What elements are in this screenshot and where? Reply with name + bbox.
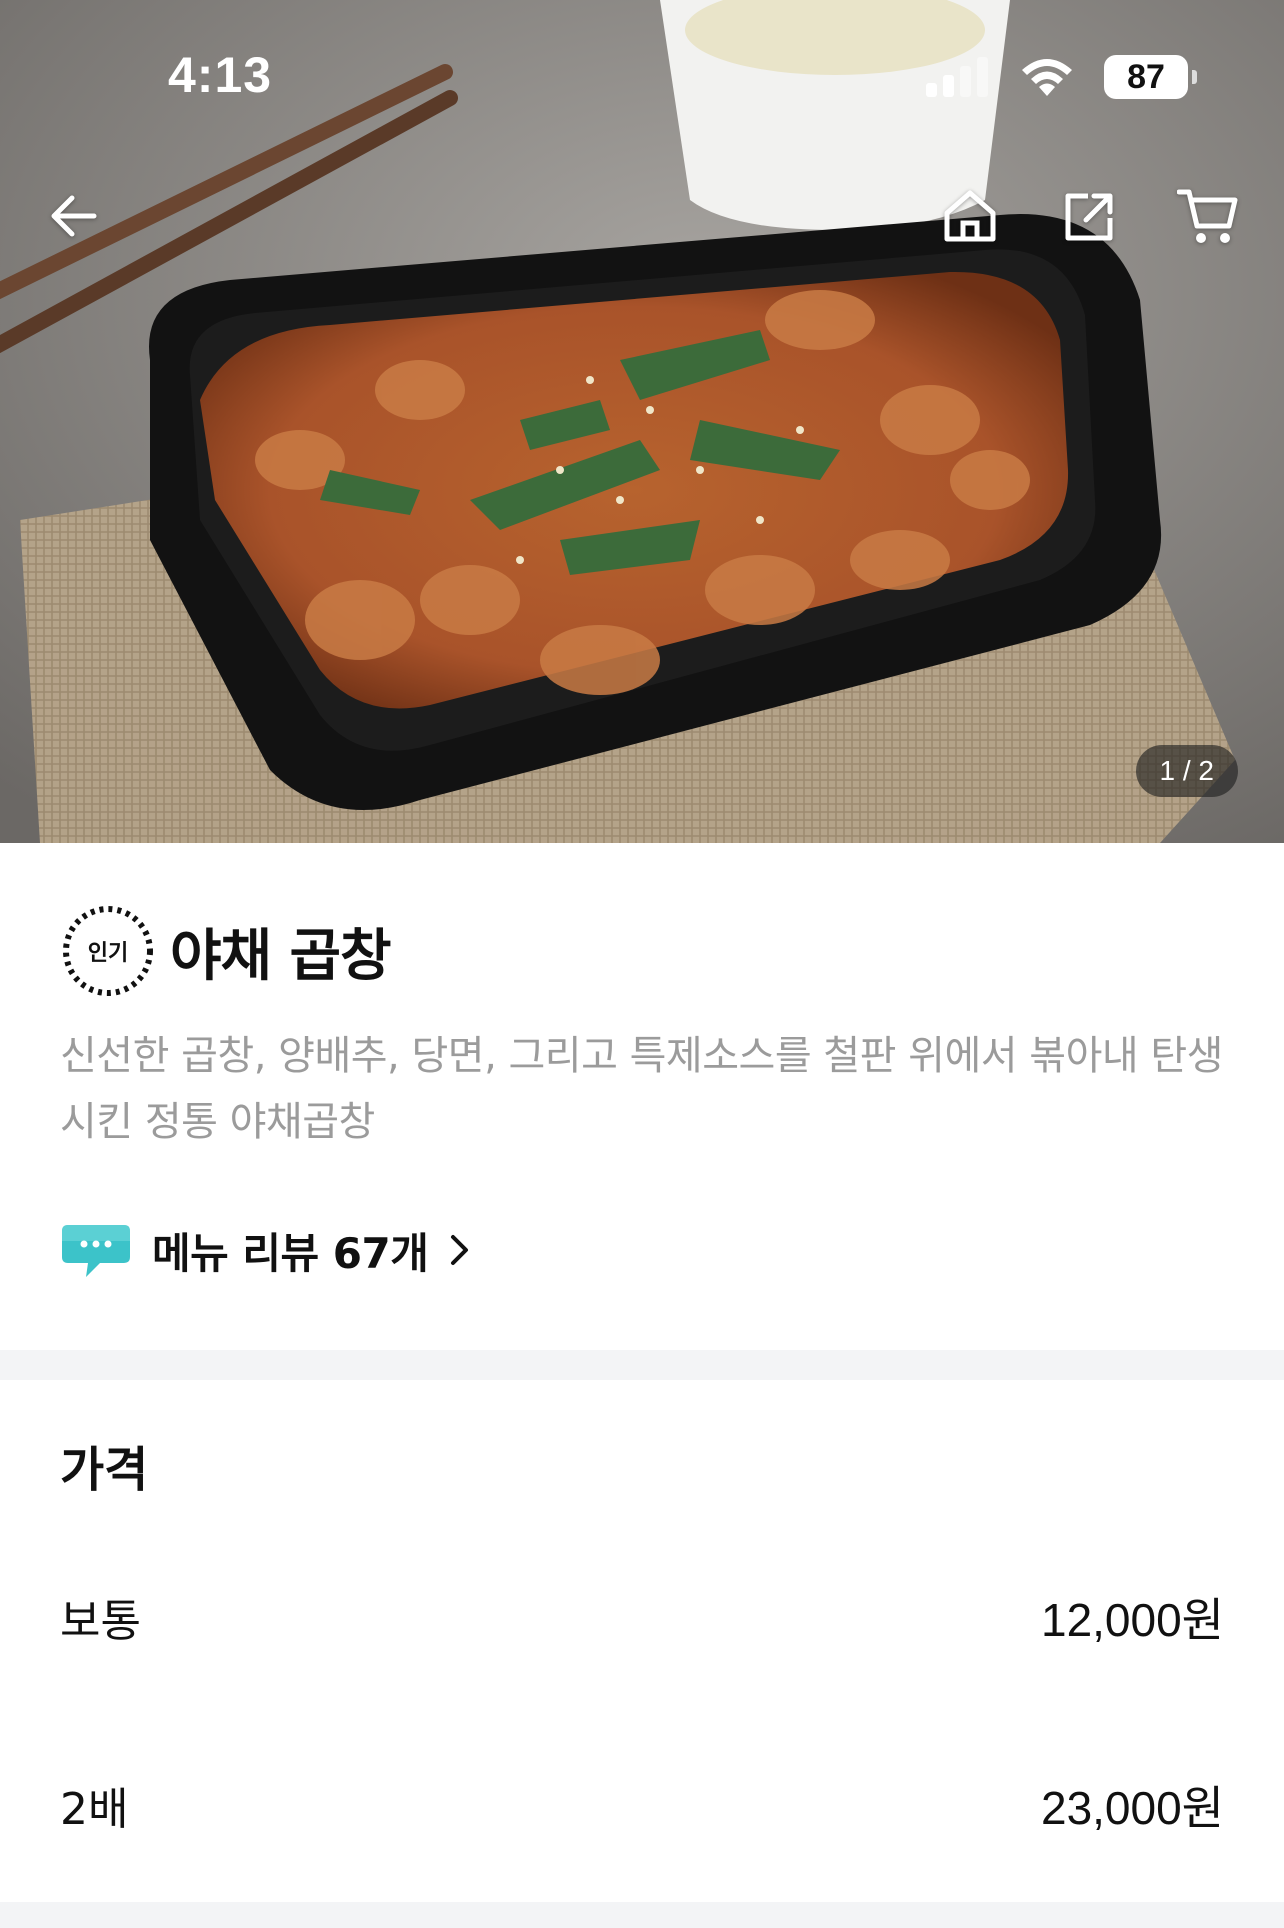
section-divider — [0, 1350, 1284, 1380]
cart-icon — [1177, 189, 1238, 243]
menu-title: 야채 곱창 — [170, 923, 392, 989]
share-button[interactable] — [1052, 178, 1128, 254]
status-time: 4:13 — [168, 47, 273, 103]
menu-description: 신선한 곱창, 양배추, 당면, 그리고 특제소스를 철판 위에서 볶아내 탄생… — [60, 1033, 1223, 1145]
price-option-row: 2배 23,000원 — [60, 1770, 1224, 1840]
price-option-name: 2배 — [60, 1784, 129, 1835]
wifi-icon — [1022, 59, 1072, 96]
image-page-indicator: 1 / 2 — [1135, 745, 1238, 797]
menu-info-section: 인기 야채 곱창 신선한 곱창, 양배추, 당면, 그리고 특제소스를 철판 위… — [0, 843, 1284, 1350]
price-section: 가격 보통 12,000원 2배 23,000원 — [0, 1380, 1284, 1902]
menu-photo[interactable]: 4:13 87 1 / 2 — [0, 0, 1284, 843]
chevron-right-icon — [451, 1235, 469, 1265]
price-option-amount: 12,000원 — [1040, 1594, 1224, 1646]
bottom-divider — [0, 1902, 1284, 1928]
menu-review-link[interactable]: 메뉴 리뷰 67개 — [60, 1219, 472, 1281]
price-option-name: 보통 — [60, 1596, 141, 1647]
home-button[interactable] — [932, 178, 1008, 254]
home-icon — [944, 190, 996, 242]
price-heading: 가격 — [60, 1442, 149, 1498]
price-option-amount: 23,000원 — [1040, 1782, 1224, 1834]
menu-review-label: 메뉴 리뷰 67개 — [152, 1228, 429, 1278]
speech-bubble-icon — [62, 1225, 130, 1277]
battery-icon: 87 — [1104, 55, 1197, 99]
cellular-signal-icon — [926, 57, 988, 97]
battery-level: 87 — [1127, 57, 1165, 96]
title-row: 인기 야채 곱창 — [60, 903, 392, 999]
status-icons: 87 — [924, 50, 1197, 104]
back-button[interactable] — [36, 178, 112, 254]
share-icon — [1065, 193, 1113, 241]
status-bar: 4:13 87 — [0, 0, 1284, 150]
popular-badge: 인기 — [60, 903, 156, 999]
cart-button[interactable] — [1170, 178, 1246, 254]
arrow-left-icon — [51, 195, 97, 237]
popular-badge-label: 인기 — [87, 941, 129, 966]
price-option-row: 보통 12,000원 — [60, 1582, 1224, 1652]
